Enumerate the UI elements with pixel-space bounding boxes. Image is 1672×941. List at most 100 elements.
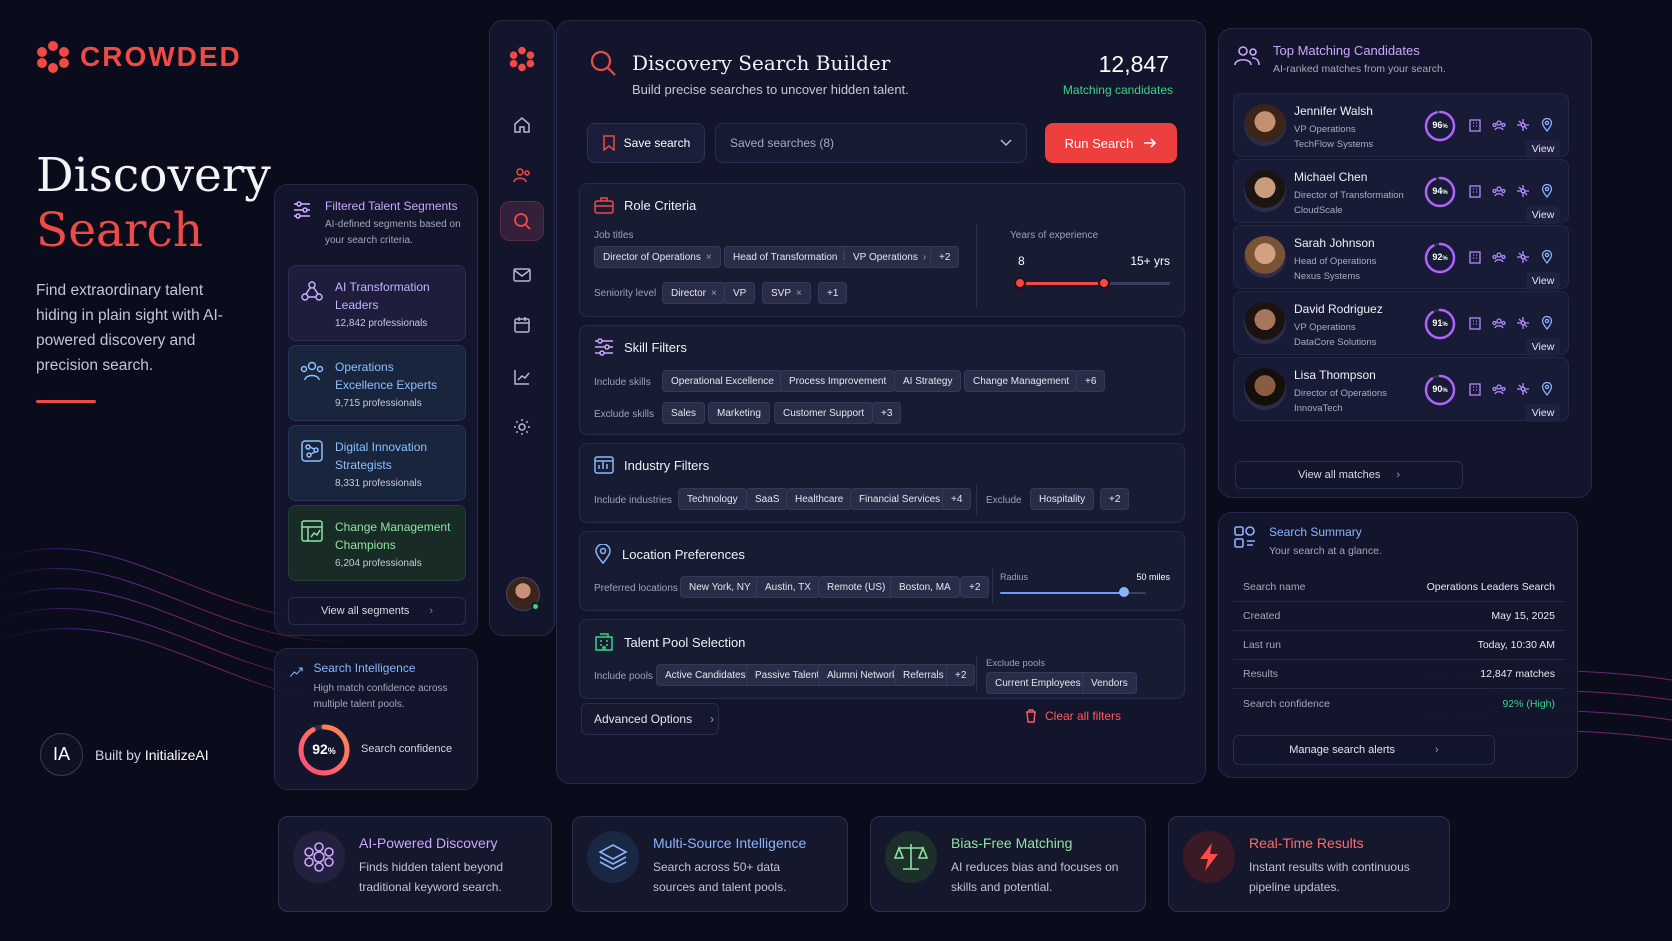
chip-more[interactable]: +3	[872, 402, 902, 424]
chip-location[interactable]: Boston, MA	[890, 576, 960, 598]
chip-include-pool[interactable]: Passive Talent	[746, 664, 829, 686]
chip-exclude-skill[interactable]: Marketing	[708, 402, 770, 424]
advanced-options-button[interactable]: Advanced Options ›	[581, 703, 719, 735]
segment-ai-transformation-leaders[interactable]: AI Transformation Leaders 12,842 professi…	[288, 265, 466, 341]
run-search-button[interactable]: Run Search	[1045, 123, 1177, 163]
chip-location[interactable]: New York, NY	[680, 576, 760, 598]
segment-change-management-champions[interactable]: Change Management Champions 6,204 profess…	[288, 505, 466, 581]
candidate-card[interactable]: David Rodriguez VP Operations DataCore So…	[1233, 291, 1569, 356]
view-all-matches-button[interactable]: View all matches ›	[1235, 461, 1463, 489]
talent-pool-section: Talent Pool Selection Include pools Acti…	[579, 619, 1185, 699]
chip-seniority[interactable]: Director ×	[662, 282, 726, 304]
chip-job-title[interactable]: Director of Operations ×	[594, 246, 721, 268]
network-icon[interactable]	[1516, 382, 1530, 396]
rail-logo[interactable]	[500, 39, 544, 79]
chip-include-industry[interactable]: SaaS	[746, 488, 789, 510]
chip-more[interactable]: +2	[1100, 488, 1130, 510]
chip-include-skill[interactable]: Operational Excellence	[662, 370, 783, 392]
user-avatar[interactable]	[506, 577, 540, 611]
segment-digital-innovation-strategists[interactable]: Digital Innovation Strategists 8,331 prof…	[288, 425, 466, 501]
view-candidate-button[interactable]: View	[1526, 140, 1560, 158]
location-pin-icon[interactable]	[1540, 382, 1554, 396]
rail-calendar[interactable]	[500, 305, 544, 345]
hero-subtitle: Find extraordinary talent hiding in plai…	[36, 282, 223, 374]
save-search-button[interactable]: Save search	[587, 123, 705, 163]
chip-more[interactable]: +1	[818, 282, 848, 304]
rail-home[interactable]	[500, 105, 544, 145]
view-all-segments-button[interactable]: View all segments ›	[288, 597, 466, 625]
chip-include-pool[interactable]: Alumni Network	[818, 664, 907, 686]
company-icon[interactable]	[1468, 382, 1482, 396]
chip-more[interactable]: +2	[960, 576, 990, 598]
radius-slider-handle[interactable]	[1119, 587, 1130, 597]
network-icon[interactable]	[1516, 118, 1530, 132]
close-icon[interactable]: ×	[706, 252, 712, 263]
exclude-industries-label: Exclude	[986, 495, 1022, 506]
chip-job-title[interactable]: Head of Transformation×	[724, 246, 858, 268]
candidate-card[interactable]: Michael Chen Director of Transformation C…	[1233, 159, 1569, 224]
location-pin-icon[interactable]	[1540, 316, 1554, 330]
chip-more[interactable]: +4	[942, 488, 972, 510]
location-pin-icon[interactable]	[1540, 250, 1554, 264]
chevron-right-icon: ›	[1396, 469, 1400, 481]
network-icon[interactable]	[1516, 250, 1530, 264]
chip-include-skill[interactable]: Process Improvement	[780, 370, 896, 392]
team-icon[interactable]	[1492, 118, 1506, 132]
chip-job-title[interactable]: VP Operations ›	[844, 246, 936, 268]
chip-include-industry[interactable]: Technology	[678, 488, 747, 510]
chip-include-industry[interactable]: Healthcare	[786, 488, 853, 510]
chip-include-skill[interactable]: AI Strategy	[894, 370, 962, 392]
chip-include-industry[interactable]: Financial Services	[850, 488, 950, 510]
chip-exclude-skill[interactable]: Sales	[662, 402, 706, 424]
clear-filters-button[interactable]: Clear all filters	[1025, 709, 1121, 723]
chip-location[interactable]: Austin, TX	[756, 576, 820, 598]
close-icon[interactable]: ›	[923, 252, 926, 263]
view-candidate-button[interactable]: View	[1526, 272, 1560, 290]
rail-people[interactable]	[500, 155, 544, 195]
chip-seniority[interactable]: VP	[724, 282, 756, 304]
chip-location[interactable]: Remote (US)	[818, 576, 895, 598]
online-status-dot	[531, 602, 540, 611]
candidate-card[interactable]: Lisa Thompson Director of Operations Inno…	[1233, 357, 1569, 422]
candidate-card[interactable]: Jennifer Walsh VP Operations TechFlow Sys…	[1233, 93, 1569, 158]
rail-search[interactable]	[500, 201, 544, 241]
view-candidate-button[interactable]: View	[1526, 404, 1560, 422]
team-icon[interactable]	[1492, 316, 1506, 330]
network-icon[interactable]	[1516, 184, 1530, 198]
network-icon[interactable]	[1516, 316, 1530, 330]
chip-seniority[interactable]: SVP ×	[762, 282, 811, 304]
chip-exclude-pool[interactable]: Current Employees	[986, 672, 1090, 694]
company-icon[interactable]	[1468, 184, 1482, 198]
location-pin-icon[interactable]	[1540, 184, 1554, 198]
team-icon[interactable]	[1492, 184, 1506, 198]
company-icon[interactable]	[1468, 250, 1482, 264]
chip-more[interactable]: +2	[946, 664, 976, 686]
chip-more[interactable]: +2	[930, 246, 960, 268]
chip-more[interactable]: +6	[1076, 370, 1106, 392]
chip-include-pool[interactable]: Referrals	[894, 664, 953, 686]
rail-analytics[interactable]	[500, 357, 544, 397]
chip-include-pool[interactable]: Active Candidates	[656, 664, 755, 686]
chip-exclude-industry[interactable]: Hospitality	[1030, 488, 1095, 510]
saved-searches-select[interactable]: Saved searches (8)	[715, 123, 1027, 163]
years-slider-max-handle[interactable]	[1098, 277, 1110, 289]
rail-settings[interactable]	[500, 407, 544, 447]
close-icon[interactable]: ×	[711, 288, 717, 299]
company-icon[interactable]	[1468, 316, 1482, 330]
close-icon[interactable]: ×	[796, 288, 802, 299]
team-icon[interactable]	[1492, 250, 1506, 264]
years-slider-min-handle[interactable]	[1014, 277, 1026, 289]
chip-exclude-pool[interactable]: Vendors	[1082, 672, 1137, 694]
segment-operations-excellence-experts[interactable]: Operations Excellence Experts 9,715 profe…	[288, 345, 466, 421]
rail-mail[interactable]	[500, 255, 544, 295]
view-candidate-button[interactable]: View	[1526, 338, 1560, 356]
team-icon[interactable]	[1492, 382, 1506, 396]
view-candidate-button[interactable]: View	[1526, 206, 1560, 224]
chip-exclude-skill[interactable]: Customer Support	[774, 402, 874, 424]
company-icon[interactable]	[1468, 118, 1482, 132]
location-pin-icon[interactable]	[1540, 118, 1554, 132]
manage-alerts-button[interactable]: Manage search alerts ›	[1233, 735, 1495, 765]
candidate-card[interactable]: Sarah Johnson Head of Operations Nexus Sy…	[1233, 225, 1569, 290]
network-icon	[301, 440, 323, 462]
chip-include-skill[interactable]: Change Management	[964, 370, 1079, 392]
